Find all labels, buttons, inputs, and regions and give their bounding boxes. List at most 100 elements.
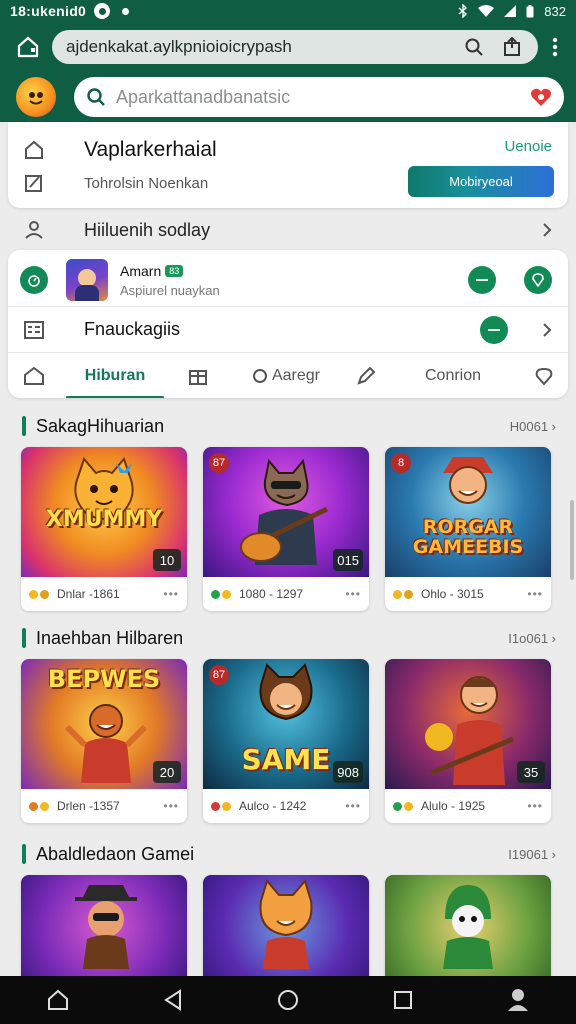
game-card[interactable]: 87 015 1080 - 1297 ••• (203, 447, 369, 611)
tab-conrion[interactable]: Conrion (386, 353, 520, 399)
game-badge: 015 (333, 549, 363, 571)
game-thumbnail: SAME 87 908 (203, 659, 369, 789)
game-meta-text: Aulco - 1242 (239, 799, 307, 813)
game-card[interactable]: SAME 87 908 Aulco - 1242 ••• (203, 659, 369, 823)
more-horizontal-icon[interactable]: ••• (163, 587, 179, 601)
game-meta: Ohlo - 3015 ••• (385, 577, 551, 611)
heart-icon[interactable] (530, 87, 552, 107)
pencil-icon (357, 366, 376, 385)
url-field[interactable]: ajdenkakat.aylkpnioioicrypash (52, 30, 538, 64)
section-title: Abaldledaon Gamei (36, 843, 195, 864)
rating-dot-icon (211, 801, 220, 811)
party-character-icon (64, 704, 148, 783)
nav-back-button[interactable] (149, 976, 197, 1024)
gift-icon (189, 369, 207, 385)
tab-edit[interactable] (346, 353, 386, 399)
game-meta-text: 1080 - 1297 (239, 587, 304, 601)
rating-dot-icon (211, 589, 220, 599)
nav-profile-button[interactable] (494, 976, 542, 1024)
game-rank-badge: 87 (209, 453, 229, 473)
rating-dot-icon (29, 589, 38, 599)
user-row[interactable]: Amarn 83 Aspiurel nuaykan (8, 254, 568, 306)
category-tabs: Hiburan Aaregr Conrion (8, 352, 568, 398)
section-title: SakagHihuarian (36, 415, 165, 436)
search-icon (465, 38, 483, 56)
game-meta: 1080 - 1297 ••• (203, 577, 369, 611)
tab-home[interactable] (8, 353, 60, 399)
account-card: Amarn 83 Aspiurel nuaykan Fnauckagiis Hib… (8, 250, 568, 398)
game-badge: 10 (153, 549, 181, 571)
feature-toggle[interactable] (480, 315, 508, 344)
entertainment-row[interactable]: Hiiluenih sodlay (8, 210, 568, 250)
circle-icon (252, 368, 267, 383)
game-badge: 35 (517, 761, 545, 783)
browser-menu-button[interactable] (542, 27, 568, 67)
search-bar[interactable]: Aparkattanadbanatsic (74, 77, 564, 117)
section-more-link[interactable]: I19061 › (508, 847, 556, 862)
section-more-link[interactable]: I1o061 › (508, 631, 556, 646)
user-subtitle: Aspiurel nuaykan (120, 282, 220, 298)
game-meta-text: Ohlo - 3015 (421, 587, 484, 601)
location-button[interactable] (524, 266, 552, 294)
nav-recents-button[interactable] (379, 976, 427, 1024)
scrollbar[interactable] (570, 500, 574, 580)
more-horizontal-icon[interactable]: ••• (345, 799, 361, 813)
game-card[interactable]: 35 Alulo - 1925 ••• (385, 659, 551, 823)
feature-row[interactable]: Fnauckagiis (8, 306, 568, 352)
home-outline-icon (24, 366, 44, 385)
search-icon (87, 88, 105, 106)
follow-button[interactable] (468, 266, 496, 294)
game-meta-text: Drlen -1357 (57, 799, 120, 813)
game-card[interactable]: BEPWES 20 Drlen -1357 ••• (21, 659, 187, 823)
section-title: Inaehban Hilbaren (36, 627, 184, 648)
section-accent (22, 628, 26, 648)
section-more-label: I19061 (508, 846, 549, 862)
app-logo[interactable] (16, 77, 56, 117)
share-button[interactable] (496, 31, 528, 63)
game-card[interactable]: RORGAR GAMEEBIS 8 Ohlo - 3015 ••• (385, 447, 551, 611)
browser-home-button[interactable] (8, 27, 48, 67)
game-thumbnail: RORGAR GAMEEBIS 8 (385, 447, 551, 577)
tab-aaregr[interactable]: Aaregr (226, 353, 346, 399)
more-horizontal-icon[interactable]: ••• (163, 799, 179, 813)
status-bar: 18:ukenid0 832 (0, 0, 576, 22)
game-title: BEPWES (47, 665, 161, 693)
rating-dot-icon (29, 801, 38, 811)
game-card[interactable]: XMUMMY 10 Dnlar -1861 ••• (21, 447, 187, 611)
avatar[interactable] (66, 259, 108, 301)
tab-hiburan[interactable]: Hiburan (60, 353, 170, 398)
tab-shield[interactable] (520, 353, 568, 399)
search-placeholder: Aparkattanadbanatsic (116, 86, 291, 107)
wifi-icon (478, 5, 495, 17)
nav-circle-button[interactable] (264, 976, 312, 1024)
section-more-label: H0061 (509, 418, 549, 434)
header-title: Vaplarkerhaial (84, 138, 217, 161)
header-link[interactable]: Uenoie (504, 138, 552, 155)
section-2: Inaehban Hilbaren I1o061 › BEPWES 20 Drl… (8, 623, 568, 823)
grinning-character-icon (259, 663, 313, 721)
header-card: Vaplarkerhaial Uenoie Tohrolsin Noenkan … (8, 122, 568, 208)
rating-dot-icon (393, 589, 402, 599)
system-nav-bar (0, 976, 576, 1024)
nav-home-button[interactable] (34, 976, 82, 1024)
grid-list-icon (24, 320, 44, 339)
rating-dot-icon (40, 589, 49, 599)
tab-gift[interactable] (170, 353, 226, 399)
more-horizontal-icon[interactable]: ••• (345, 587, 361, 601)
battery-level: 832 (544, 3, 566, 19)
hero-character-icon (443, 457, 493, 504)
more-horizontal-icon[interactable]: ••• (527, 799, 543, 813)
share-icon (504, 37, 520, 56)
shield-icon (535, 367, 553, 386)
primary-action-button[interactable]: Mobiryeoal (408, 166, 554, 197)
section-more-link[interactable]: H0061 › (510, 419, 556, 434)
more-horizontal-icon[interactable]: ••• (527, 587, 543, 601)
signal-icon (504, 5, 517, 17)
url-search-button[interactable] (458, 31, 490, 63)
header-subtitle: Tohrolsin Noenkan (84, 174, 209, 192)
game-meta: Drlen -1357 ••• (21, 789, 187, 823)
url-text: ajdenkakat.aylkpnioioicrypash (66, 37, 292, 56)
rating-dot-icon (40, 801, 49, 811)
feature-label: Fnauckagiis (84, 319, 181, 339)
tab-aaregr-label: Aaregr (271, 366, 321, 384)
